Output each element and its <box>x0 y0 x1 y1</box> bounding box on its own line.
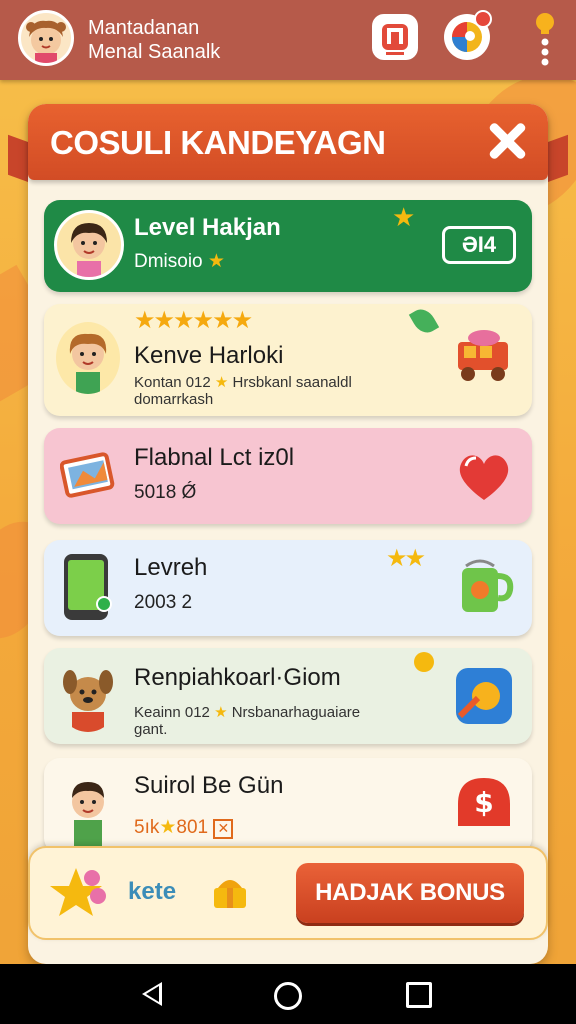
heart-thumbnail <box>452 444 516 508</box>
reward-card-game[interactable]: Renpiahkoarl·Giom Keainn 012 ★ Nrsbanarh… <box>44 648 532 744</box>
system-nav-bar <box>0 964 576 1024</box>
reward-title: Flabnal Lct iz0l <box>134 444 295 471</box>
star-icon: ★ <box>159 817 177 838</box>
level-badge: ƏI4 <box>442 226 516 264</box>
svg-text:$: $ <box>474 786 493 819</box>
reward-subtitle: 2003 2 <box>134 592 193 613</box>
game-button[interactable] <box>444 10 492 60</box>
reward-card-heart[interactable]: Flabnal Lct iz0l 5018 Ǿ <box>44 428 532 524</box>
reward-desc-part1: Keainn 012 <box>134 704 210 721</box>
level-subtitle: Dmisoio ★ <box>134 250 225 273</box>
star-icon: ★★ <box>386 545 426 572</box>
reward-desc: Kontan 012 ★ Hrsbkanl saanaldl domarrkas… <box>134 374 352 408</box>
menu-button[interactable] <box>532 10 558 66</box>
mug-thumbnail <box>452 554 516 618</box>
reward-subtitle: 5ık★801 ✕ <box>134 816 234 839</box>
leaf-icon <box>408 304 440 338</box>
reward-desc: Keainn 012 ★ Nrsbanarhaguaiare gant. <box>134 704 360 738</box>
game-app-thumbnail <box>452 664 516 728</box>
bonus-tray: kete HADJAK BONUS <box>28 846 548 940</box>
reward-card-vehicle[interactable]: ★★★★★★ Kenve Harloki Kontan 012 ★ Hrsbka… <box>44 304 532 416</box>
picture-frame-icon <box>59 448 120 500</box>
star-icon: ★ <box>392 202 416 232</box>
app-header: Mantadanan Menal Saanalk <box>0 0 576 80</box>
level-card[interactable]: Level Hakjan Dmisoio ★ ★ ƏI4 <box>44 200 532 292</box>
mug-icon <box>462 559 514 612</box>
reward-desc-part3: domarrkash <box>134 391 214 408</box>
dollar-thumbnail: $ <box>452 770 516 834</box>
gift-icon[interactable] <box>210 872 250 912</box>
level-subtitle-text: Dmisoio <box>134 251 203 272</box>
notification-dot <box>474 10 492 28</box>
bonus-button[interactable]: HADJAK BONUS <box>296 863 524 923</box>
rating-stars: ★★★★★★ <box>134 307 253 334</box>
lightbulb-menu-icon <box>536 13 554 66</box>
close-small-icon: ✕ <box>213 819 234 839</box>
home-icon[interactable] <box>274 982 302 1010</box>
kete-label: kete <box>128 878 177 905</box>
panel-title: COSULI KANDEYAGN <box>50 124 386 161</box>
app-title: Mantadanan Menal Saanalk <box>88 16 220 64</box>
star-candy-icon[interactable] <box>50 864 110 924</box>
reward-card-mug[interactable]: Levreh 2003 2 ★★ <box>44 540 532 636</box>
star-icon: ★ <box>207 251 225 272</box>
music-app-icon <box>382 24 408 55</box>
badge-icon <box>414 652 434 672</box>
star-icon: ★ <box>214 704 228 721</box>
music-app-button[interactable] <box>372 14 418 60</box>
app-title-line1: Mantadanan <box>88 17 200 39</box>
boy-avatar <box>56 770 120 850</box>
reward-title: Suirol Be Gün <box>134 772 284 799</box>
close-icon[interactable] <box>486 120 528 162</box>
heart-icon <box>459 455 509 500</box>
reward-title: Kenve Harloki <box>134 342 284 369</box>
reward-desc-part2: Nrsbanarhaguaiare <box>231 704 361 721</box>
reward-title: Renpiahkoarl·Giom <box>134 664 341 691</box>
back-icon[interactable] <box>142 982 162 1006</box>
star-icon: ★ <box>214 374 229 391</box>
level-badge-value: ƏI4 <box>461 232 497 257</box>
reward-desc-part3: gant. <box>134 721 168 738</box>
app-title-line2: Menal Saanalk <box>88 41 221 63</box>
reward-title: Levreh <box>134 554 208 581</box>
level-title: Level Hakjan <box>134 214 281 241</box>
dollar-icon: $ <box>458 778 510 826</box>
profile-avatar[interactable] <box>18 10 74 66</box>
recent-apps-icon[interactable] <box>406 982 432 1008</box>
reward-desc-part1: Kontan 012 <box>134 374 211 391</box>
player-avatar <box>54 210 124 280</box>
reward-subtitle-part2: 801 <box>176 817 209 838</box>
reward-card-dollar[interactable]: Suirol Be Gün 5ık★801 ✕ $ <box>44 758 532 854</box>
panel-header: COSULI KANDEYAGN <box>28 104 548 180</box>
toy-cart-icon <box>458 330 508 381</box>
girl-avatar <box>56 322 120 394</box>
phone-icon <box>64 554 112 620</box>
dog-avatar <box>56 660 120 732</box>
toy-cart-thumbnail <box>452 324 516 388</box>
game-app-icon <box>456 668 512 724</box>
reward-subtitle-part1: 5ık <box>134 817 160 838</box>
reward-subtitle: 5018 Ǿ <box>134 482 197 503</box>
reward-desc-part2: Hrsbkanl saanaldl <box>232 374 352 391</box>
